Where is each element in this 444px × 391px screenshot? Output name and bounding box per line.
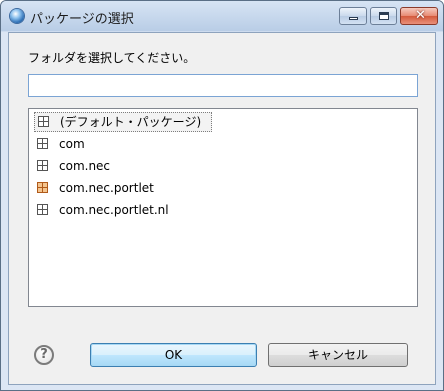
maximize-button[interactable]	[370, 7, 397, 25]
list-item-label: com.nec	[59, 159, 111, 173]
list-item-label: com.nec.portlet	[59, 181, 154, 195]
list-item[interactable]: com.nec.portlet	[35, 178, 201, 198]
package-icon	[37, 204, 48, 215]
portlet-package-icon	[37, 182, 48, 193]
prompt-label: フォルダを選択してください。	[28, 51, 196, 65]
close-button[interactable]: ✕	[400, 7, 438, 25]
window-title: パッケージの選択	[30, 12, 134, 27]
list-item[interactable]: com.nec.portlet.nl	[35, 200, 201, 220]
list-item-label: com.nec.portlet.nl	[59, 203, 169, 217]
eclipse-icon	[10, 9, 24, 23]
maximize-icon	[379, 12, 389, 20]
list-item[interactable]: com.nec	[35, 156, 161, 176]
close-icon: ✕	[415, 8, 426, 23]
package-icon	[37, 138, 48, 149]
minimize-button[interactable]	[339, 7, 367, 25]
package-icon	[37, 160, 48, 171]
list-item[interactable]: (デフォルト・パッケージ)	[34, 112, 212, 132]
minimize-icon	[349, 17, 358, 20]
dialog-window: パッケージの選択 ✕ フォルダを選択してください。 (デフォルト・パッケージ) …	[0, 0, 444, 391]
list-item[interactable]: com	[35, 134, 161, 154]
help-icon[interactable]: ?	[34, 345, 54, 365]
dialog-client-area: フォルダを選択してください。 (デフォルト・パッケージ) com com.nec…	[8, 32, 436, 385]
list-item-label: com	[59, 137, 85, 151]
filter-input[interactable]	[28, 74, 418, 97]
cancel-button[interactable]: キャンセル	[268, 343, 408, 367]
package-icon	[38, 116, 49, 127]
title-bar[interactable]: パッケージの選択 ✕	[1, 1, 443, 31]
ok-button[interactable]: OK	[90, 343, 257, 367]
package-list[interactable]: (デフォルト・パッケージ) com com.nec com.nec.portle…	[28, 108, 418, 307]
list-item-label: (デフォルト・パッケージ)	[60, 115, 202, 129]
